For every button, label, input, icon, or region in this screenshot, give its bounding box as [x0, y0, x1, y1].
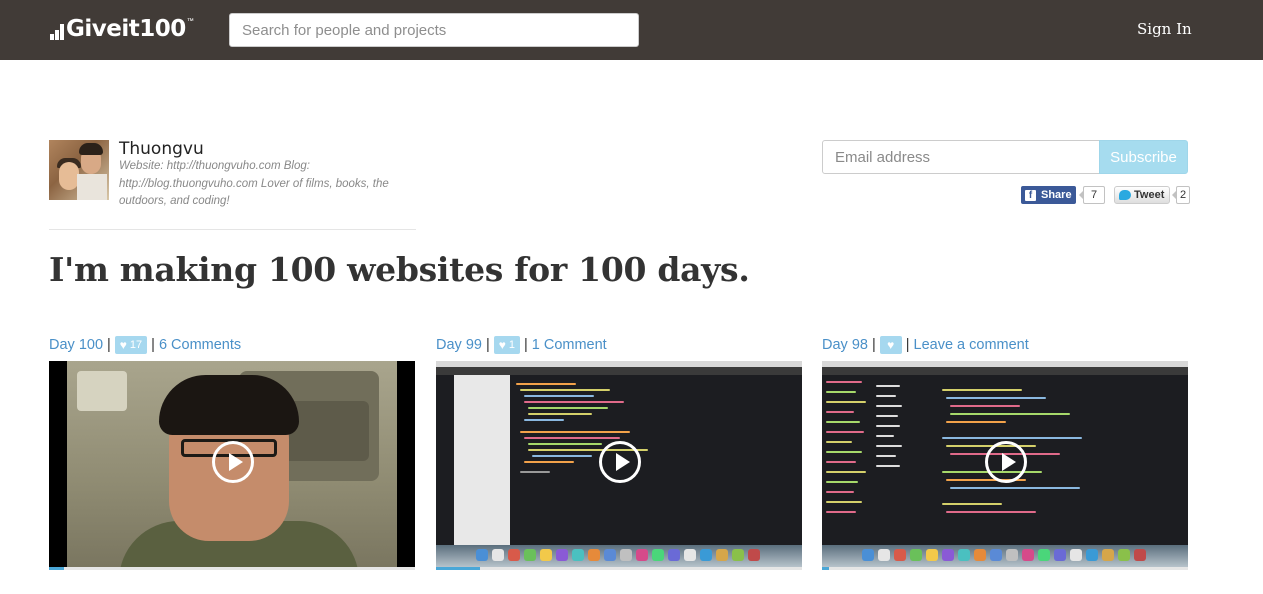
card-meta: Day 99 | ♥ 1 | 1 Comment	[436, 336, 802, 354]
day-link[interactable]: Day 99	[436, 337, 482, 353]
comments-link[interactable]: Leave a comment	[914, 337, 1029, 353]
play-icon[interactable]	[985, 441, 1027, 483]
tweet-button[interactable]: Tweet	[1114, 186, 1170, 204]
profile-bio: Website: http://thuongvuho.com Blog: htt…	[119, 160, 389, 207]
meta-separator: |	[107, 337, 111, 353]
project-headline: I'm making 100 websites for 100 days.	[49, 250, 750, 289]
logo-bars-icon	[50, 22, 64, 42]
twitter-bird-icon	[1119, 190, 1131, 200]
play-icon[interactable]	[599, 441, 641, 483]
heart-icon: ♥	[498, 338, 506, 352]
video-progress-fill	[49, 567, 64, 570]
profile-username[interactable]: Thuongvu	[119, 139, 204, 159]
video-thumbnail[interactable]	[436, 361, 802, 567]
facebook-share-label: Share	[1041, 189, 1072, 201]
facebook-icon: f	[1025, 189, 1036, 201]
meta-separator: |	[905, 337, 910, 353]
tweet-label: Tweet	[1134, 189, 1165, 201]
card-meta: Day 100 | ♥ 17 | 6 Comments	[49, 336, 415, 354]
day-link[interactable]: Day 98	[822, 337, 868, 353]
logo-trademark: ™	[186, 18, 194, 25]
site-logo[interactable]: Giveit100 ™	[50, 16, 194, 42]
like-count: 1	[508, 339, 515, 351]
like-button[interactable]: ♥ 17	[114, 336, 148, 354]
video-progress	[822, 567, 1188, 570]
video-progress	[436, 567, 802, 570]
meta-separator: |	[151, 337, 155, 353]
profile-divider	[49, 229, 416, 230]
comments-link[interactable]: 1 Comment	[532, 337, 607, 353]
day-link[interactable]: Day 100	[49, 337, 103, 353]
meta-separator: |	[871, 337, 876, 353]
facebook-share-button[interactable]: f Share	[1021, 186, 1076, 204]
like-button[interactable]: ♥	[879, 336, 902, 354]
heart-icon: ♥	[887, 338, 895, 352]
search-input[interactable]	[229, 13, 639, 47]
like-button[interactable]: ♥ 1	[493, 336, 520, 354]
comments-link[interactable]: 6 Comments	[159, 337, 241, 353]
project-card: Day 98 | ♥ | Leave a comment	[822, 336, 1188, 570]
facebook-share-count: 7	[1079, 186, 1105, 204]
meta-separator: |	[523, 337, 528, 353]
project-card: Day 100 | ♥ 17 | 6 Comments	[49, 336, 415, 570]
meta-separator: |	[485, 337, 490, 353]
subscribe-button[interactable]: Subscribe	[1099, 140, 1188, 174]
tweet-count: 2	[1172, 186, 1190, 204]
card-meta: Day 98 | ♥ | Leave a comment	[822, 336, 1188, 354]
sign-in-link[interactable]: Sign In	[1137, 20, 1192, 38]
video-progress	[49, 567, 415, 570]
avatar[interactable]	[49, 140, 109, 200]
video-progress-fill	[822, 567, 830, 570]
video-thumbnail[interactable]	[49, 361, 415, 567]
project-card: Day 99 | ♥ 1 | 1 Comment	[436, 336, 802, 570]
heart-icon: ♥	[119, 338, 127, 352]
top-bar: Giveit100 ™ Sign In	[0, 0, 1263, 60]
video-thumbnail[interactable]	[822, 361, 1188, 567]
play-icon[interactable]	[212, 441, 254, 483]
like-count: 17	[129, 339, 143, 351]
email-field[interactable]	[822, 140, 1100, 174]
video-progress-fill	[436, 567, 480, 570]
logo-text: Giveit100	[66, 16, 186, 42]
